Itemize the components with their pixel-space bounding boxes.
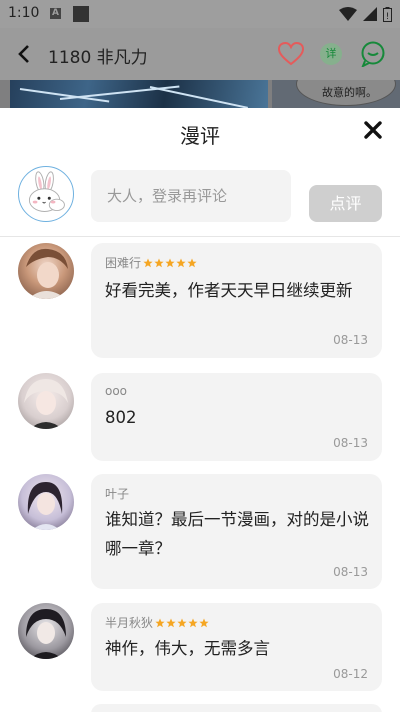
notification-a-icon: A	[50, 8, 61, 19]
comment-text: 谁知道？最后一节漫画，对的是小说哪一章？	[105, 510, 369, 558]
star-icon	[199, 618, 209, 627]
comment-username: ooo	[105, 384, 128, 398]
user-avatar[interactable]	[18, 243, 74, 299]
comment-text: 好看完美，作者天天早日继续更新	[105, 281, 353, 300]
star-icon	[154, 258, 164, 267]
comment-date: 08-12	[333, 667, 368, 681]
user-avatar[interactable]	[18, 474, 74, 530]
sheet-title: 漫评	[180, 124, 220, 148]
comment-card: 困难行 好看完美，作者天天早日继续更新 08-13	[91, 243, 382, 358]
system-icons: !	[339, 5, 392, 23]
favorite-heart-icon[interactable]	[278, 42, 304, 66]
user-avatar-icon	[27, 482, 63, 530]
rabbit-avatar-icon	[28, 171, 65, 212]
comment-user-row: 半月秋狄	[105, 614, 209, 631]
star-icon	[176, 258, 186, 267]
submit-comment-button[interactable]: 点评	[309, 185, 382, 222]
comment-date: 08-13	[333, 436, 368, 450]
comment-card-partial	[91, 704, 382, 712]
comment-username: 困难行	[105, 256, 142, 270]
comment-date: 08-13	[333, 333, 368, 347]
user-avatar[interactable]	[18, 373, 74, 429]
manga-bubble-text: 故意的啊。	[322, 86, 377, 99]
comment-card: ooo 802 08-13	[91, 373, 382, 461]
comment-text: 802	[105, 408, 137, 427]
rating-stars	[143, 258, 197, 268]
chapter-title: 1180 非凡力	[48, 48, 148, 68]
star-icon	[155, 618, 165, 627]
my-avatar[interactable]	[18, 166, 74, 222]
comment-username: 叶子	[105, 487, 130, 501]
comment-date: 08-13	[333, 565, 368, 579]
divider	[0, 236, 400, 237]
comment-bubble-icon[interactable]	[360, 41, 386, 67]
status-bar: 1:10 A !	[0, 0, 400, 28]
comment-card: 叶子 谁知道？最后一节漫画，对的是小说哪一章？ 08-13	[91, 474, 382, 589]
user-avatar-icon	[26, 248, 68, 299]
battery-icon: !	[383, 6, 392, 22]
notification-square-icon	[73, 6, 89, 22]
comment-input[interactable]: 大人，登录再评论	[91, 170, 291, 222]
comment-username: 半月秋狄	[105, 616, 154, 630]
user-avatar[interactable]	[18, 603, 74, 659]
star-icon	[166, 618, 176, 627]
star-icon	[187, 258, 197, 267]
comment-user-row: 叶子	[105, 485, 129, 502]
comment-card: 半月秋狄 神作，伟大，无需多言 08-12	[91, 603, 382, 691]
comment-user-row: ooo	[105, 384, 127, 398]
star-icon	[143, 258, 153, 267]
close-icon[interactable]	[363, 120, 383, 140]
user-avatar-icon	[26, 609, 66, 659]
comment-sheet: 漫评 大人，登录再评论 点评 困难行 好看完美，作者天天早日继续更新 08-13…	[0, 108, 400, 712]
rating-stars	[155, 618, 209, 628]
manga-page-preview: 故意的啊。	[0, 80, 400, 108]
user-avatar-icon	[24, 379, 68, 429]
top-bar: 1180 非凡力 详	[0, 28, 400, 80]
back-arrow-icon[interactable]	[14, 42, 34, 66]
wifi-icon	[339, 7, 357, 21]
star-icon	[165, 258, 175, 267]
svg-text:!: !	[386, 12, 390, 22]
signal-icon	[363, 7, 377, 21]
detail-button[interactable]: 详	[320, 43, 342, 65]
star-icon	[177, 618, 187, 627]
status-time: 1:10	[8, 5, 40, 21]
star-icon	[188, 618, 198, 627]
comment-user-row: 困难行	[105, 254, 197, 271]
comment-text: 神作，伟大，无需多言	[105, 639, 270, 658]
